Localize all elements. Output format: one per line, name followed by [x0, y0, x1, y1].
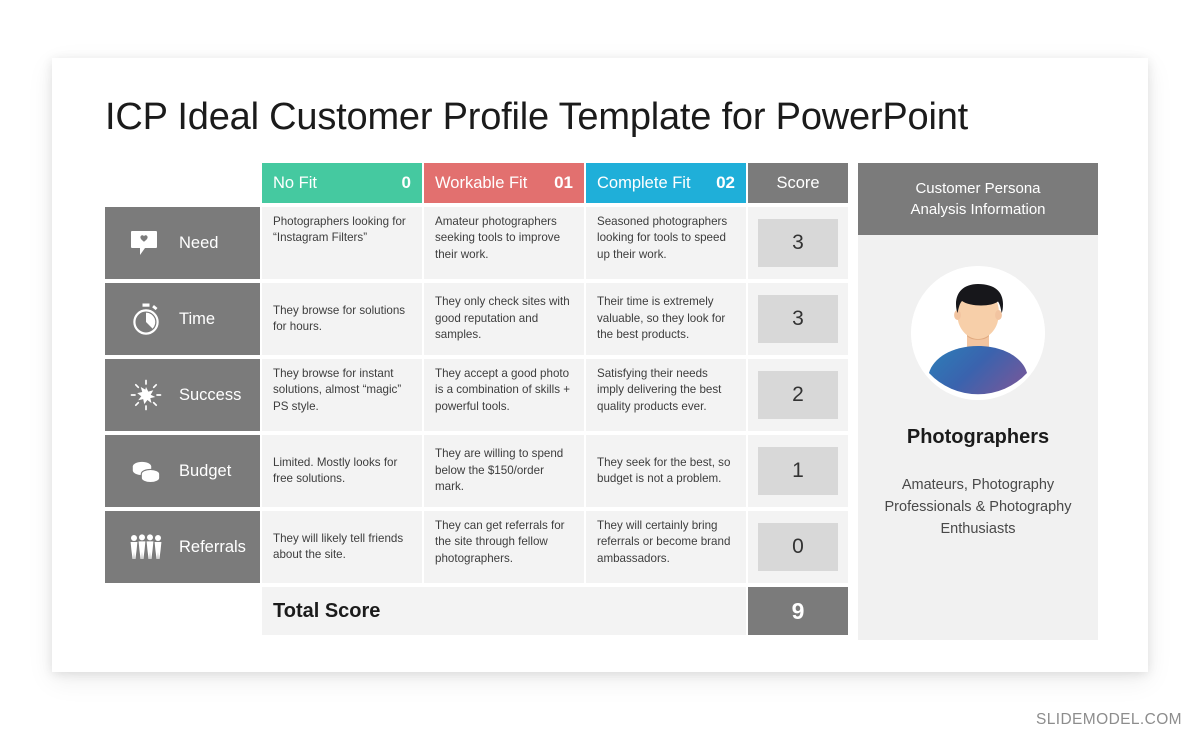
matrix-header-row: No Fit 0 Workable Fit 01 Complete Fit 02… [105, 163, 848, 203]
table-row: Success They browse for instant solution… [105, 359, 848, 431]
cell-score[interactable]: 3 [748, 207, 848, 279]
row-label-text: Need [179, 233, 219, 252]
cell-workable-fit: They only check sites with good reputati… [424, 283, 584, 355]
header-complete-fit-label: Complete Fit [597, 173, 691, 192]
cell-workable-fit: They can get referrals for the site thro… [424, 511, 584, 583]
score-value: 3 [758, 295, 838, 343]
header-no-fit-label: No Fit [273, 173, 318, 192]
cell-score[interactable]: 3 [748, 283, 848, 355]
header-no-fit[interactable]: No Fit 0 [262, 163, 422, 203]
cell-complete-fit: They seek for the best, so budget is not… [586, 435, 746, 507]
cell-no-fit: Limited. Mostly looks for free solutions… [262, 435, 422, 507]
row-label-referrals[interactable]: Referrals [105, 511, 260, 583]
score-value: 0 [758, 523, 838, 571]
cell-score[interactable]: 1 [748, 435, 848, 507]
total-spacer [105, 587, 260, 635]
persona-header-line1: Customer Persona [915, 180, 1041, 197]
score-value: 3 [758, 219, 838, 267]
cell-workable-fit: They are willing to spend below the $150… [424, 435, 584, 507]
persona-header-line2: Analysis Information [910, 201, 1046, 218]
avatar [911, 266, 1045, 400]
cell-complete-fit: Their time is extremely valuable, so the… [586, 283, 746, 355]
header-complete-fit[interactable]: Complete Fit 02 [586, 163, 746, 203]
cell-complete-fit: They will certainly bring referrals or b… [586, 511, 746, 583]
cell-score[interactable]: 2 [748, 359, 848, 431]
total-score-value: 9 [748, 587, 848, 635]
row-label-need[interactable]: Need [105, 207, 260, 279]
cell-score[interactable]: 0 [748, 511, 848, 583]
cell-complete-fit: Satisfying their needs imply delivering … [586, 359, 746, 431]
icp-matrix: No Fit 0 Workable Fit 01 Complete Fit 02… [105, 163, 848, 639]
row-label-success[interactable]: Success [105, 359, 260, 431]
watermark: SLIDEMODEL.COM [1036, 711, 1182, 728]
cell-no-fit: They browse for solutions for hours. [262, 283, 422, 355]
row-label-budget[interactable]: Budget [105, 435, 260, 507]
score-value: 2 [758, 371, 838, 419]
table-row: Referrals They will likely tell friends … [105, 511, 848, 583]
header-spacer [105, 163, 260, 203]
speech-bubble-heart-icon [129, 226, 163, 260]
persona-description: Amateurs, Photography Professionals & Ph… [884, 477, 1072, 537]
cell-complete-fit: Seasoned photographers looking for tools… [586, 207, 746, 279]
row-label-text: Success [179, 385, 242, 404]
row-label-text: Referrals [179, 537, 246, 556]
header-score[interactable]: Score [748, 163, 848, 203]
persona-panel-header: Customer Persona Analysis Information [858, 163, 1098, 235]
cell-no-fit: They browse for instant solutions, almos… [262, 359, 422, 431]
total-score-row: Total Score 9 [105, 587, 848, 635]
people-group-icon [129, 530, 163, 564]
row-label-text: Time [179, 309, 216, 328]
row-label-text: Budget [179, 461, 232, 480]
starburst-icon [129, 378, 163, 412]
table-row: Time They browse for solutions for hours… [105, 283, 848, 355]
header-workable-fit[interactable]: Workable Fit 01 [424, 163, 584, 203]
header-no-fit-number: 0 [401, 173, 411, 192]
customer-persona-panel: Customer Persona Analysis Information Ph… [858, 163, 1098, 640]
table-row: Budget Limited. Mostly looks for free so… [105, 435, 848, 507]
header-workable-fit-label: Workable Fit [435, 173, 528, 192]
row-label-time[interactable]: Time [105, 283, 260, 355]
persona-name: Photographers [906, 426, 1050, 448]
page-title: ICP Ideal Customer Profile Template for … [105, 96, 968, 138]
cell-workable-fit: Amateur photographers seeking tools to i… [424, 207, 584, 279]
score-value: 1 [758, 447, 838, 495]
header-workable-fit-number: 01 [554, 173, 573, 192]
header-score-label: Score [776, 173, 820, 192]
coins-icon [129, 454, 163, 488]
cell-no-fit: Photographers looking for “Instagram Fil… [262, 207, 422, 279]
cell-no-fit: They will likely tell friends about the … [262, 511, 422, 583]
header-complete-fit-number: 02 [716, 173, 735, 192]
table-row: Need Photographers looking for “Instagra… [105, 207, 848, 279]
cell-workable-fit: They accept a good photo is a combinatio… [424, 359, 584, 431]
total-score-label: Total Score [262, 587, 746, 635]
slide-card: ICP Ideal Customer Profile Template for … [52, 58, 1148, 672]
stopwatch-icon [129, 302, 163, 336]
